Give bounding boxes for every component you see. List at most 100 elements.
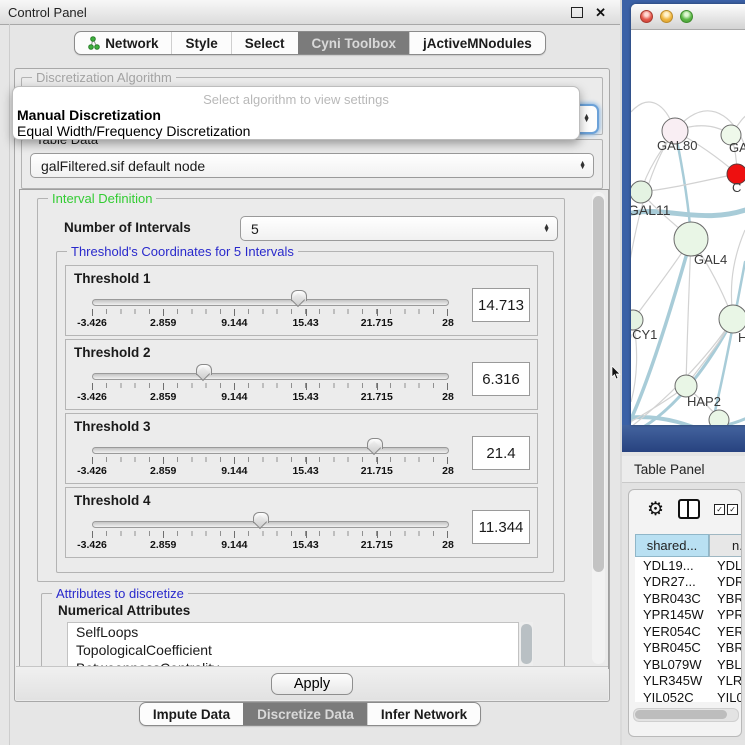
threshold-4-slider[interactable]: -3.4262.8599.14415.4321.71528 xyxy=(92,488,449,557)
table-panel-titlebar: Table Panel xyxy=(622,456,745,483)
table-row[interactable]: YDR27...YDR2... xyxy=(635,574,742,591)
slider-track[interactable] xyxy=(92,521,449,528)
float-window-icon[interactable] xyxy=(571,7,583,18)
slider-track[interactable] xyxy=(92,299,449,306)
checkbox-icon[interactable]: ✓ xyxy=(727,504,738,515)
table-toolbar: ⚙ ✓ ✓ xyxy=(629,490,741,528)
node-bottom[interactable] xyxy=(709,410,729,425)
node-label-gcy1: GCY1 xyxy=(631,327,657,342)
table-panel-window: Table Panel ⚙ ✓ ✓ shared... n... YDL19..… xyxy=(622,456,745,740)
table-row[interactable]: YBR045CYBR0... xyxy=(635,640,742,657)
select-all-checkboxes[interactable]: ✓ ✓ xyxy=(714,504,738,515)
control-panel-titlebar: Control Panel ✕ xyxy=(0,0,620,25)
column-header-name[interactable]: n... xyxy=(709,534,742,557)
table-row[interactable]: YBR043CYBR0... xyxy=(635,590,742,607)
tab-label: jActiveMNodules xyxy=(423,36,532,51)
tab-label: Infer Network xyxy=(381,707,467,722)
group-title: Interval Definition xyxy=(48,191,156,206)
node-h[interactable] xyxy=(719,305,745,333)
node-gal11[interactable] xyxy=(631,181,652,203)
close-icon[interactable]: ✕ xyxy=(595,6,606,19)
tab-jactivemnodules[interactable]: jActiveMNodules xyxy=(409,32,545,54)
tab-cyni-toolbox[interactable]: Cyni Toolbox xyxy=(298,32,410,54)
scrollbar-thumb[interactable] xyxy=(593,196,604,572)
numerical-attributes-list[interactable]: SelfLoops TopologicalCoefficient Between… xyxy=(67,622,519,669)
slider-track[interactable] xyxy=(92,447,449,454)
tab-label: Impute Data xyxy=(153,707,230,722)
numerical-attributes-label: Numerical Attributes xyxy=(58,603,190,618)
node-label-ga-clipped: GA xyxy=(729,140,745,155)
threshold-3-value-field[interactable]: 21.4 xyxy=(472,436,530,470)
group-title: Threshold's Coordinates for 5 Intervals xyxy=(67,244,298,259)
settings-vertical-scrollbar[interactable] xyxy=(592,192,605,664)
minimize-traffic-light[interactable] xyxy=(660,10,673,23)
group-title: Attributes to discretize xyxy=(52,586,188,601)
threshold-2-slider[interactable]: -3.4262.8599.14415.4321.71528 xyxy=(92,340,449,409)
slider-thumb[interactable] xyxy=(367,438,383,449)
close-traffic-light[interactable] xyxy=(640,10,653,23)
slider-ticks xyxy=(92,531,448,536)
gear-icon[interactable]: ⚙ xyxy=(647,500,664,519)
table-row[interactable]: YBL079WYBL0... xyxy=(635,656,742,673)
tab-impute-data[interactable]: Impute Data xyxy=(140,703,243,725)
tab-label: Network xyxy=(105,36,158,51)
group-title: Discretization Algorithm xyxy=(32,70,176,85)
slider-tick-labels: -3.4262.8599.14415.4321.71528 xyxy=(92,539,448,551)
slider-thumb[interactable] xyxy=(291,290,307,301)
threshold-1-value-field[interactable]: 14.713 xyxy=(472,288,530,322)
tab-infer-network[interactable]: Infer Network xyxy=(367,703,480,725)
apply-button[interactable]: Apply xyxy=(271,673,353,695)
slider-track[interactable] xyxy=(92,373,449,380)
num-intervals-select[interactable]: 5 ▲▼ xyxy=(240,216,558,241)
table-data-group: Table Data galFiltered.sif default node … xyxy=(21,139,603,189)
column-header-shared-name[interactable]: shared... xyxy=(635,534,709,557)
tab-select[interactable]: Select xyxy=(231,32,298,54)
node-label-hap2: HAP2 xyxy=(687,394,721,409)
cyni-mode-tabbar: Impute Data Discretize Data Infer Networ… xyxy=(139,702,481,726)
threshold-3-slider[interactable]: -3.4262.8599.14415.4321.71528 xyxy=(92,414,449,483)
num-intervals-label: Number of Intervals xyxy=(64,220,191,235)
network-window-titlebar[interactable] xyxy=(631,4,745,30)
checkbox-icon[interactable]: ✓ xyxy=(714,504,725,515)
table-panel-title: Table Panel xyxy=(622,462,705,477)
tab-label: Select xyxy=(245,36,285,51)
node-table: shared... n... YDL19...YDL1... YDR27...Y… xyxy=(635,534,742,702)
table-row[interactable]: YPR145WYPR1... xyxy=(635,607,742,624)
slider-ticks xyxy=(92,457,448,462)
list-item[interactable]: TopologicalCoefficient xyxy=(68,641,518,659)
table-row[interactable]: YDL19...YDL1... xyxy=(635,557,742,574)
num-intervals-value: 5 xyxy=(251,221,259,237)
interval-definition-group: Interval Definition Number of Intervals … xyxy=(37,198,565,582)
tab-discretize-data[interactable]: Discretize Data xyxy=(243,703,367,725)
node-gal4[interactable] xyxy=(674,222,708,256)
table-panel-body: ⚙ ✓ ✓ shared... n... YDL19...YDL1... YDR… xyxy=(628,489,742,737)
slider-thumb[interactable] xyxy=(253,512,269,523)
table-data-select[interactable]: galFiltered.sif default node ▲▼ xyxy=(30,153,594,178)
list-scrollbar[interactable] xyxy=(520,622,533,669)
table-row[interactable]: YIL052CYIL0... xyxy=(635,689,742,706)
stepper-arrows-icon: ▲▼ xyxy=(579,154,586,177)
network-graph xyxy=(631,30,745,425)
tab-style[interactable]: Style xyxy=(171,32,230,54)
zoom-traffic-light[interactable] xyxy=(680,10,693,23)
dropdown-option-equal-width[interactable]: Equal Width/Frequency Discretization xyxy=(17,123,250,139)
table-data-value: galFiltered.sif default node xyxy=(41,158,205,174)
columns-icon[interactable] xyxy=(678,499,700,519)
threshold-2-value-field[interactable]: 6.316 xyxy=(472,362,530,396)
threshold-panel-3: Threshold 3 -3.4262.8599.14415.4321.7152… xyxy=(65,413,538,484)
slider-thumb[interactable] xyxy=(196,364,212,375)
network-canvas[interactable]: GAL80 GA C GAL11 GAL4 GCY1 H HAP2 xyxy=(631,30,745,425)
threshold-1-slider[interactable]: -3.4262.8599.14415.4321.71528 xyxy=(92,266,449,335)
scrollbar-thumb[interactable] xyxy=(635,710,727,719)
node-label-gal80: GAL80 xyxy=(657,138,697,153)
list-item[interactable]: SelfLoops xyxy=(68,623,518,641)
settings-scrollpane: Interval Definition Number of Intervals … xyxy=(19,189,609,669)
tab-label: Cyni Toolbox xyxy=(312,36,397,51)
tab-network[interactable]: Network xyxy=(75,32,171,54)
table-row[interactable]: YER054CYER0... xyxy=(635,623,742,640)
tab-label: Style xyxy=(185,36,217,51)
threshold-4-value-field[interactable]: 11.344 xyxy=(472,510,530,544)
table-horizontal-scrollbar[interactable] xyxy=(633,708,739,722)
table-row[interactable]: YLR345WYLR3... xyxy=(635,673,742,690)
dropdown-option-manual[interactable]: Manual Discretization xyxy=(17,107,161,123)
